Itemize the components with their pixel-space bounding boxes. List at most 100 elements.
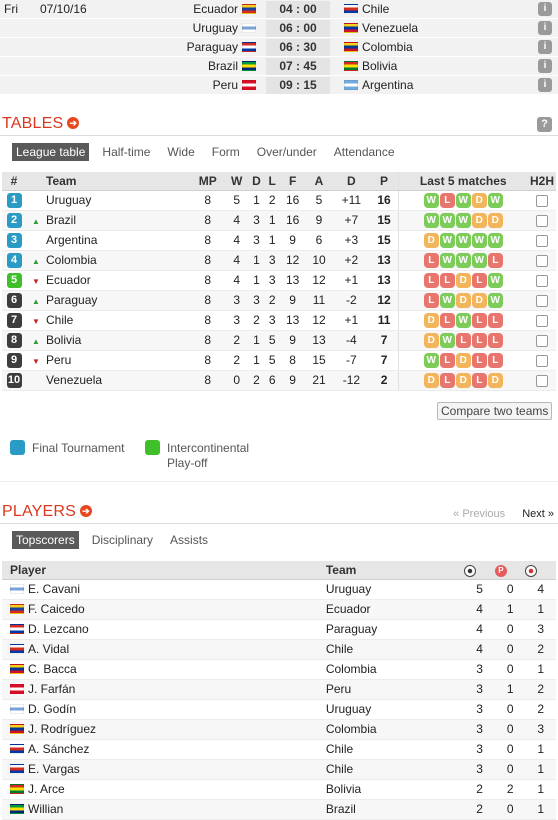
tab-over-under[interactable]: Over/under <box>253 143 321 161</box>
player-row[interactable]: J. Rodríguez Colombia 3 0 3 <box>2 719 556 740</box>
team-name[interactable]: Venezuela <box>46 370 190 391</box>
team-name[interactable]: Brazil <box>46 210 190 231</box>
form-result-d[interactable]: D <box>455 273 471 288</box>
away-team[interactable]: Venezuela <box>362 21 418 35</box>
col-f[interactable]: F <box>279 172 306 191</box>
kickoff-time[interactable]: 04 : 00 <box>266 1 330 18</box>
table-row[interactable]: 9 ▼ Peru 8 2 1 5 8 15 -7 7 W L D L L <box>2 350 556 371</box>
col-penalties[interactable]: P <box>494 561 526 580</box>
col-l[interactable]: L <box>264 172 280 191</box>
team-name[interactable]: Argentina <box>46 230 190 251</box>
player-name[interactable]: J. Rodríguez <box>28 722 96 736</box>
player-name[interactable]: A. Vidal <box>28 642 69 656</box>
fixture-row[interactable]: Paraguay 06 : 30 Colombia i <box>0 38 558 57</box>
form-result-w[interactable]: W <box>423 213 439 228</box>
table-row[interactable]: 10 Venezuela 8 0 2 6 9 21 -12 2 D L D L D <box>2 370 556 391</box>
col-gd[interactable]: D <box>332 172 371 191</box>
player-row[interactable]: D. Lezcano Paraguay 4 0 3 <box>2 619 556 640</box>
team-name[interactable]: Colombia <box>46 250 190 271</box>
home-team[interactable]: Paraguay <box>187 40 238 54</box>
tab-topscorers[interactable]: Topscorers <box>12 531 79 549</box>
col-mp[interactable]: MP <box>190 172 226 191</box>
team-name[interactable]: Chile <box>46 310 190 331</box>
table-row[interactable]: 8 ▲ Bolivia 8 2 1 5 9 13 -4 7 D W L L L <box>2 330 556 351</box>
home-team[interactable]: Ecuador <box>193 2 238 16</box>
col-w[interactable]: W <box>225 172 248 191</box>
player-team[interactable]: Ecuador <box>325 599 465 620</box>
form-result-l[interactable]: L <box>439 373 455 388</box>
team-name[interactable]: Uruguay <box>46 190 190 211</box>
player-team[interactable]: Bolivia <box>325 779 465 800</box>
away-team[interactable]: Bolivia <box>362 59 397 73</box>
player-row[interactable]: Willian Brazil 2 0 1 <box>2 799 556 820</box>
form-result-l[interactable]: L <box>471 333 487 348</box>
form-result-w[interactable]: W <box>455 193 471 208</box>
player-team[interactable]: Colombia <box>325 719 465 740</box>
col-third[interactable] <box>525 561 556 580</box>
form-result-d[interactable]: D <box>471 193 487 208</box>
form-result-l[interactable]: L <box>423 273 439 288</box>
form-result-w[interactable]: W <box>423 353 439 368</box>
player-name[interactable]: J. Arce <box>28 782 65 796</box>
col-player[interactable]: Player <box>2 561 326 580</box>
h2h-checkbox[interactable] <box>536 234 548 247</box>
player-row[interactable]: A. Vidal Chile 4 0 2 <box>2 639 556 660</box>
form-result-l[interactable]: L <box>423 253 439 268</box>
form-result-w[interactable]: W <box>455 213 471 228</box>
tab-disciplinary[interactable]: Disciplinary <box>88 531 157 549</box>
next-link[interactable]: Next » <box>522 508 554 520</box>
player-name[interactable]: F. Caicedo <box>28 602 85 616</box>
form-result-l[interactable]: L <box>471 373 487 388</box>
table-row[interactable]: 4 ▲ Colombia 8 4 1 3 12 10 +2 13 L W W W L <box>2 250 556 271</box>
form-result-d[interactable]: D <box>487 373 503 388</box>
away-team[interactable]: Chile <box>362 2 389 16</box>
player-name[interactable]: D. Godín <box>28 702 76 716</box>
team-name[interactable]: Paraguay <box>46 290 190 311</box>
tab-half-time[interactable]: Half-time <box>98 143 154 161</box>
player-name[interactable]: E. Vargas <box>28 762 80 776</box>
info-icon[interactable]: i <box>538 21 552 35</box>
kickoff-time[interactable]: 09 : 15 <box>266 77 330 94</box>
player-team[interactable]: Uruguay <box>325 699 465 720</box>
player-team[interactable]: Brazil <box>325 799 465 820</box>
form-result-l[interactable]: L <box>471 353 487 368</box>
form-result-w[interactable]: W <box>471 253 487 268</box>
player-name[interactable]: J. Farfán <box>28 682 75 696</box>
form-result-w[interactable]: W <box>455 233 471 248</box>
form-result-l[interactable]: L <box>487 313 503 328</box>
kickoff-time[interactable]: 07 : 45 <box>266 58 330 75</box>
player-row[interactable]: E. Cavani Uruguay 5 0 4 <box>2 579 556 600</box>
team-name[interactable]: Bolivia <box>46 330 190 351</box>
form-result-d[interactable]: D <box>423 233 439 248</box>
player-row[interactable]: C. Bacca Colombia 3 0 1 <box>2 659 556 680</box>
tab-assists[interactable]: Assists <box>166 531 212 549</box>
previous-link[interactable]: « Previous <box>453 508 505 520</box>
fixture-row[interactable]: Uruguay 06 : 00 Venezuela i <box>0 19 558 38</box>
tab-wide[interactable]: Wide <box>163 143 198 161</box>
h2h-checkbox[interactable] <box>536 374 548 387</box>
h2h-checkbox[interactable] <box>536 254 548 267</box>
h2h-checkbox[interactable] <box>536 354 548 367</box>
form-result-w[interactable]: W <box>423 193 439 208</box>
h2h-checkbox[interactable] <box>536 214 548 227</box>
table-row[interactable]: 1 Uruguay 8 5 1 2 16 5 +11 16 W L W D W <box>2 190 556 211</box>
form-result-d[interactable]: D <box>423 333 439 348</box>
form-result-d[interactable]: D <box>455 293 471 308</box>
form-result-w[interactable]: W <box>455 313 471 328</box>
player-name[interactable]: Willian <box>28 802 63 816</box>
kickoff-time[interactable]: 06 : 00 <box>266 20 330 37</box>
form-result-w[interactable]: W <box>439 213 455 228</box>
form-result-d[interactable]: D <box>471 293 487 308</box>
form-result-d[interactable]: D <box>423 313 439 328</box>
compare-teams-button[interactable]: Compare two teams <box>437 402 553 420</box>
col-p[interactable]: P <box>370 172 398 191</box>
fixture-row[interactable]: Peru 09 : 15 Argentina i <box>0 76 558 95</box>
h2h-checkbox[interactable] <box>536 274 548 287</box>
col-d[interactable]: D <box>247 172 265 191</box>
player-team[interactable]: Paraguay <box>325 619 465 640</box>
form-result-d[interactable]: D <box>471 213 487 228</box>
form-result-w[interactable]: W <box>439 293 455 308</box>
table-row[interactable]: 2 ▲ Brazil 8 4 3 1 16 9 +7 15 W W W D D <box>2 210 556 231</box>
player-team[interactable]: Chile <box>325 639 465 660</box>
home-team[interactable]: Peru <box>213 78 238 92</box>
